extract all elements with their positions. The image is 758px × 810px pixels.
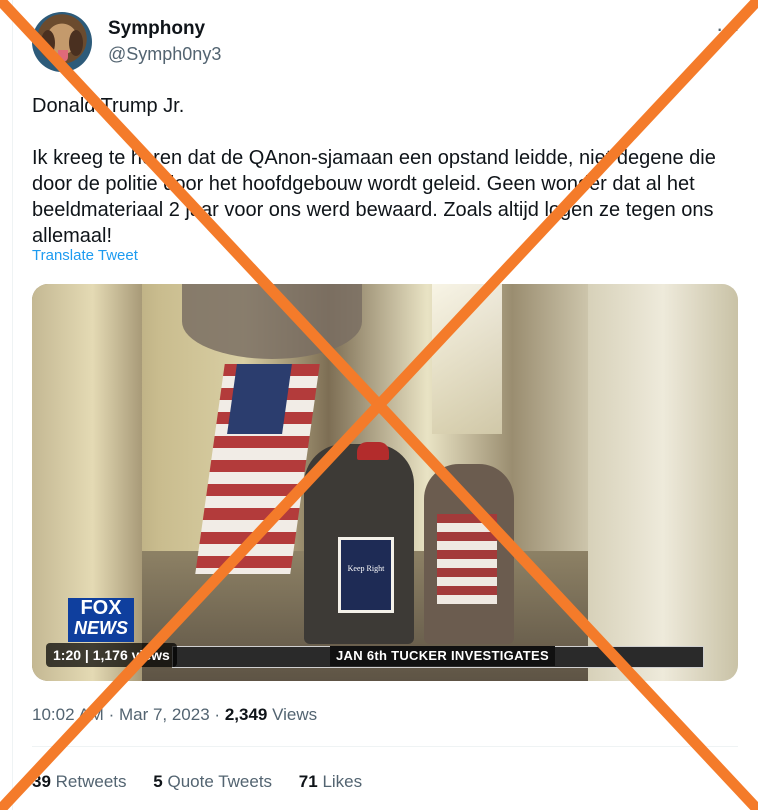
- sign-text: Keep Right: [347, 564, 385, 573]
- avatar-tongue: [58, 50, 68, 62]
- avatar[interactable]: [32, 12, 92, 72]
- retweets-stat[interactable]: 39 Retweets: [32, 772, 127, 791]
- chandelier: [182, 284, 362, 359]
- views-count: 2,349: [224, 705, 268, 724]
- tweet-date: Mar 7, 2023: [118, 705, 210, 724]
- sign: Keep Right: [338, 537, 394, 613]
- likes-stat[interactable]: 71 Likes: [299, 772, 362, 791]
- tweet-text-line1: Donald Trump Jr.: [32, 95, 185, 117]
- logo-top: FOX: [80, 597, 122, 619]
- separator: ·: [108, 705, 119, 724]
- tweet-timestamp[interactable]: 10:02 AM · Mar 7, 2023 · 2,349 Views: [32, 705, 317, 725]
- timeline-border: [12, 0, 13, 810]
- more-icon[interactable]: ···: [716, 16, 741, 42]
- red-hat: [357, 442, 389, 460]
- video-duration-views-badge: 1:20 | 1,176 views: [46, 643, 177, 667]
- flag-held: [437, 514, 497, 604]
- retweets-label: Retweets: [55, 772, 127, 791]
- engagement-stats: 39 Retweets 5 Quote Tweets 71 Likes: [32, 772, 384, 792]
- pillar-right: [588, 284, 738, 681]
- hallway-light: [432, 284, 502, 434]
- chyron-text: JAN 6th TUCKER INVESTIGATES: [330, 646, 555, 666]
- video-player[interactable]: Keep Right FOX NEWS JAN 6th TUCKER INVES…: [32, 284, 738, 681]
- quotes-label: Quote Tweets: [167, 772, 273, 791]
- divider: [32, 746, 738, 747]
- tweet-text-body: Ik kreeg te horen dat de QAnon-sjamaan e…: [32, 147, 716, 247]
- author-handle[interactable]: @Symph0ny3: [108, 44, 221, 65]
- separator: ·: [214, 705, 225, 724]
- avatar-ear-left: [41, 30, 55, 56]
- avatar-ear-right: [69, 30, 83, 56]
- quote-tweets-stat[interactable]: 5 Quote Tweets: [153, 772, 272, 791]
- tweet-time: 10:02 AM: [32, 705, 104, 724]
- flag-canton: [227, 364, 292, 434]
- tweet-text: Donald Trump Jr. Ik kreeg te horen dat d…: [32, 93, 722, 249]
- author-name[interactable]: Symphony: [108, 18, 205, 40]
- quotes-count: 5: [153, 772, 163, 791]
- likes-count: 71: [298, 772, 318, 791]
- fox-news-logo: FOX NEWS: [68, 598, 134, 642]
- retweets-count: 39: [32, 772, 51, 791]
- translate-tweet-link[interactable]: Translate Tweet: [32, 247, 138, 264]
- views-label: Views: [272, 705, 318, 724]
- likes-label: Likes: [322, 772, 363, 791]
- tweet-card: Symphony @Symph0ny3 ··· Donald Trump Jr.…: [0, 0, 758, 810]
- logo-bottom: NEWS: [74, 618, 128, 638]
